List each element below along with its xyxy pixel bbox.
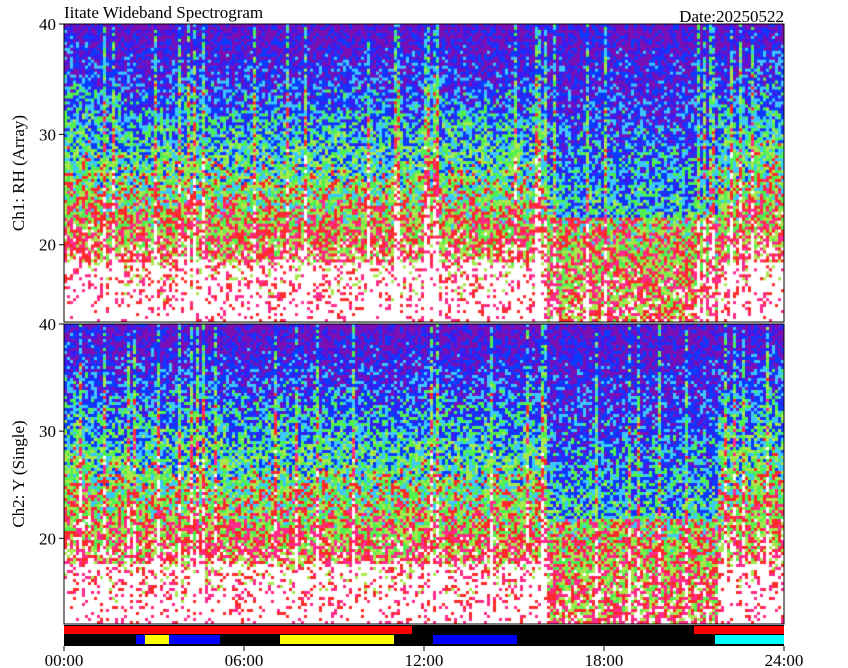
status-segment <box>145 635 169 644</box>
status-segment <box>694 626 784 634</box>
status-segment <box>280 635 394 644</box>
y-tick-label: 20 <box>39 236 56 255</box>
y-tick-label: 30 <box>39 422 56 441</box>
panel-ch2: 20 30 40 Ch2: Y (Single) <box>9 315 785 625</box>
status-segment <box>64 626 412 634</box>
x-tick-label: 18:00 <box>585 651 624 668</box>
spectrogram-chart: 20 30 40 Ch1: RH (Array) 20 30 40 Ch2: Y (Si… <box>9 15 804 668</box>
status-segment <box>169 635 220 644</box>
x-tick-label: 00:00 <box>45 651 84 668</box>
x-tick-label: 06:00 <box>225 651 264 668</box>
ch1-y-axis-label: Ch1: RH (Array) <box>9 115 28 231</box>
ch1-heatmap <box>64 24 784 322</box>
status-bars <box>64 625 784 646</box>
y-tick-label: 30 <box>39 125 56 144</box>
ch1-y-ticks: 20 30 40 <box>39 15 64 255</box>
ch2-y-ticks: 20 30 40 <box>39 315 64 548</box>
ch2-y-axis-label: Ch2: Y (Single) <box>9 420 28 527</box>
y-tick-label: 40 <box>39 15 56 34</box>
y-tick-label: 20 <box>39 529 56 548</box>
x-tick-label: 12:00 <box>405 651 444 668</box>
status-segment <box>433 635 517 644</box>
y-tick-label: 40 <box>39 315 56 334</box>
status-segment <box>136 635 145 644</box>
x-axis-ticks: 00:00 06:00 12:00 18:00 24:00 <box>45 646 804 668</box>
status-segment <box>715 635 784 644</box>
x-tick-label: 24:00 <box>765 651 804 668</box>
ch2-heatmap <box>64 324 784 624</box>
panel-ch1: 20 30 40 Ch1: RH (Array) <box>9 15 785 323</box>
